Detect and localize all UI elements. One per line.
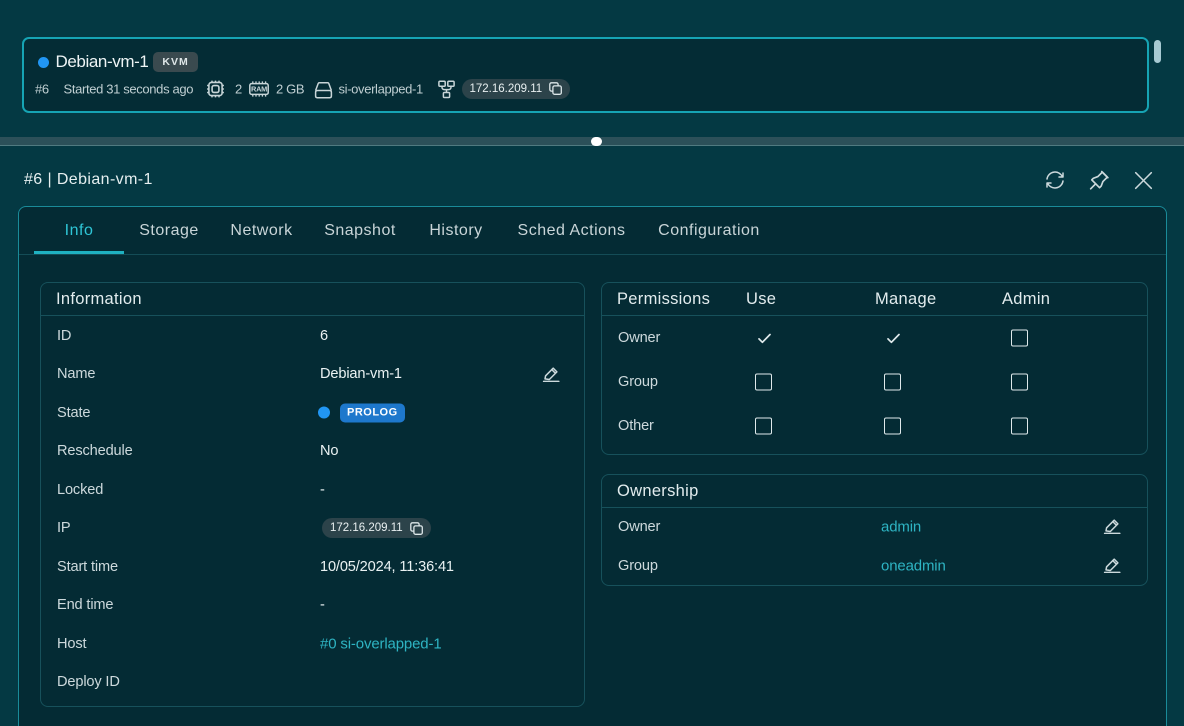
svg-text:RAM: RAM — [251, 84, 267, 93]
